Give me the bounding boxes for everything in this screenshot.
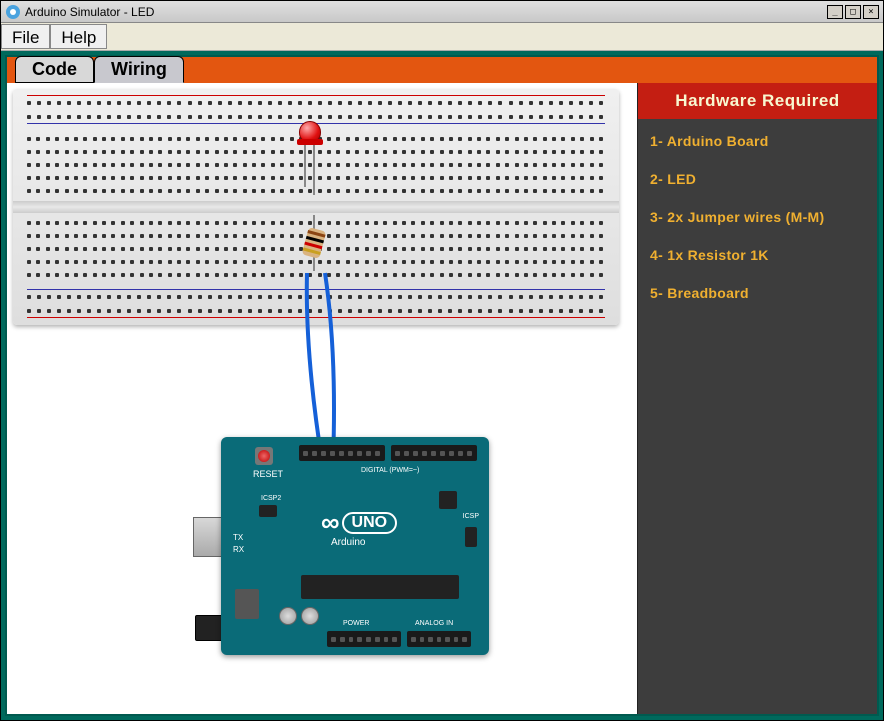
brand-label: Arduino: [331, 537, 365, 548]
tab-code[interactable]: Code: [15, 56, 94, 83]
capacitor-2: [301, 607, 319, 625]
menu-help[interactable]: Help: [50, 24, 107, 49]
led-component: [297, 121, 323, 155]
tabbar: Code Wiring: [5, 55, 879, 83]
tab-wiring[interactable]: Wiring: [94, 56, 184, 83]
minimize-button[interactable]: _: [827, 5, 843, 19]
resistor-component: [309, 215, 319, 271]
icsp2-label: ICSP2: [261, 495, 281, 502]
reset-button: [255, 447, 273, 465]
arduino-board: RESET DIGITAL (PWM=~) ICSP2 TX RX ∞ UNO …: [199, 437, 489, 655]
icsp-pins: [465, 527, 477, 547]
window-title: Arduino Simulator - LED: [25, 5, 825, 19]
digital-header-right: [391, 445, 477, 461]
digital-header-left: [299, 445, 385, 461]
app-window: Arduino Simulator - LED _ □ × File Help …: [0, 0, 884, 721]
hw-item: 1- Arduino Board: [650, 133, 865, 149]
regulator: [235, 589, 259, 619]
app-icon: [5, 4, 21, 20]
chip-small: [439, 491, 457, 509]
power-header: [327, 631, 401, 647]
analog-header: [407, 631, 471, 647]
tx-label: TX: [233, 533, 243, 542]
close-button[interactable]: ×: [863, 5, 879, 19]
icsp2-pins: [259, 505, 277, 517]
rx-label: RX: [233, 545, 244, 554]
hardware-panel: Hardware Required 1- Arduino Board 2- LE…: [637, 83, 877, 714]
icsp-label: ICSP: [463, 513, 479, 520]
workspace: Code Wiring: [1, 51, 883, 720]
titlebar: Arduino Simulator - LED _ □ ×: [1, 1, 883, 23]
digital-label: DIGITAL (PWM=~): [361, 467, 419, 474]
capacitor-1: [279, 607, 297, 625]
menu-file[interactable]: File: [1, 24, 50, 49]
maximize-button[interactable]: □: [845, 5, 861, 19]
hw-item: 4- 1x Resistor 1K: [650, 247, 865, 263]
analog-label: ANALOG IN: [415, 620, 453, 627]
content-area: RESET DIGITAL (PWM=~) ICSP2 TX RX ∞ UNO …: [5, 83, 879, 716]
hardware-list: 1- Arduino Board 2- LED 3- 2x Jumper wir…: [638, 119, 877, 337]
panel-header: Hardware Required: [638, 83, 877, 119]
menubar: File Help: [1, 23, 883, 51]
reset-label: RESET: [253, 469, 283, 479]
hw-item: 2- LED: [650, 171, 865, 187]
wiring-canvas[interactable]: RESET DIGITAL (PWM=~) ICSP2 TX RX ∞ UNO …: [7, 83, 637, 714]
atmega-chip: [301, 575, 459, 599]
window-controls: _ □ ×: [825, 5, 879, 19]
hw-item: 5- Breadboard: [650, 285, 865, 301]
arduino-logo: ∞ UNO: [321, 507, 397, 538]
power-label: POWER: [343, 620, 369, 627]
hw-item: 3- 2x Jumper wires (M-M): [650, 209, 865, 225]
